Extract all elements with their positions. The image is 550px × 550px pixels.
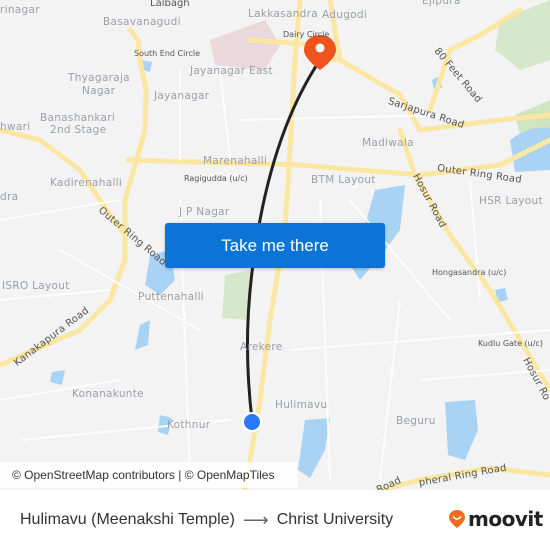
map-label: Basavanagudi bbox=[103, 16, 181, 28]
map-label: J P Nagar bbox=[179, 206, 230, 218]
origin-location-icon[interactable] bbox=[244, 414, 260, 430]
institution-area bbox=[210, 20, 280, 70]
route-summary: Hulimavu (Meenakshi Temple) ⟶ Christ Uni… bbox=[20, 490, 393, 550]
map-label: Dairy Circle bbox=[283, 30, 330, 39]
map-label: 2nd Stage bbox=[50, 124, 107, 136]
map-label: Arekere bbox=[240, 341, 283, 353]
map-label: BTM Layout bbox=[311, 174, 376, 186]
map-label: Jayanagar bbox=[154, 90, 210, 102]
map-label: rinagar bbox=[0, 4, 40, 16]
route-footer: Hulimavu (Meenakshi Temple) ⟶ Christ Uni… bbox=[0, 490, 550, 550]
map-label: Marenahalli bbox=[203, 155, 268, 167]
map-label: dra bbox=[0, 191, 19, 203]
map-label: Nagar bbox=[82, 85, 116, 97]
map-label: Kudlu Gate (u/c) bbox=[478, 339, 543, 348]
map-label: ISRO Layout bbox=[2, 280, 70, 292]
map-label: Kadirenahalli bbox=[50, 177, 123, 189]
lake bbox=[445, 400, 478, 460]
lake bbox=[298, 418, 330, 478]
attribution-text[interactable]: © OpenStreetMap contributors | © OpenMap… bbox=[12, 468, 274, 482]
moovit-logo[interactable]: moovit bbox=[448, 507, 543, 531]
map-label: South End Circle bbox=[134, 49, 201, 58]
map-label: Thyagaraja bbox=[68, 72, 130, 84]
map-label: Hulimavu bbox=[275, 399, 328, 411]
park-area bbox=[495, 0, 550, 70]
moovit-wordmark: moovit bbox=[468, 507, 543, 531]
map-attribution[interactable]: © OpenStreetMap contributors | © OpenMap… bbox=[0, 462, 297, 488]
origin-stop-name: Hulimavu (Meenakshi Temple) bbox=[20, 511, 235, 528]
map-label: Hongasandra (u/c) bbox=[432, 268, 507, 277]
map-label: Ejipura bbox=[422, 0, 461, 7]
map-label: Beguru bbox=[396, 415, 436, 427]
map-label: Kothnur bbox=[167, 419, 211, 431]
map-label: HSR Layout bbox=[479, 195, 543, 207]
map-label: Banashankari bbox=[40, 112, 116, 124]
lake bbox=[50, 370, 65, 385]
moovit-pin-icon bbox=[449, 510, 465, 528]
destination-name: Christ University bbox=[276, 511, 394, 528]
destination-pin-icon[interactable] bbox=[304, 35, 336, 70]
map-label: Lalbagh bbox=[150, 0, 190, 9]
arrow-right-icon: ⟶ bbox=[242, 509, 269, 530]
map-label: Puttenahalli bbox=[138, 291, 205, 303]
lake bbox=[135, 320, 150, 350]
park-area bbox=[222, 270, 250, 320]
map-label: Konanakunte bbox=[72, 388, 144, 400]
map-label: Ragigudda (u/c) bbox=[184, 174, 248, 183]
map-view[interactable]: rinagar Lalbagh Lakkasandra Adugodi Ejip… bbox=[0, 0, 550, 490]
map-label: Jayanagar East bbox=[190, 65, 273, 77]
take-me-there-button[interactable]: Take me there bbox=[165, 223, 385, 268]
map-label: Adugodi bbox=[322, 9, 368, 21]
map-label: hwari bbox=[0, 121, 31, 133]
map-label: Lakkasandra bbox=[248, 8, 318, 20]
map-label: Madiwala bbox=[362, 137, 414, 149]
